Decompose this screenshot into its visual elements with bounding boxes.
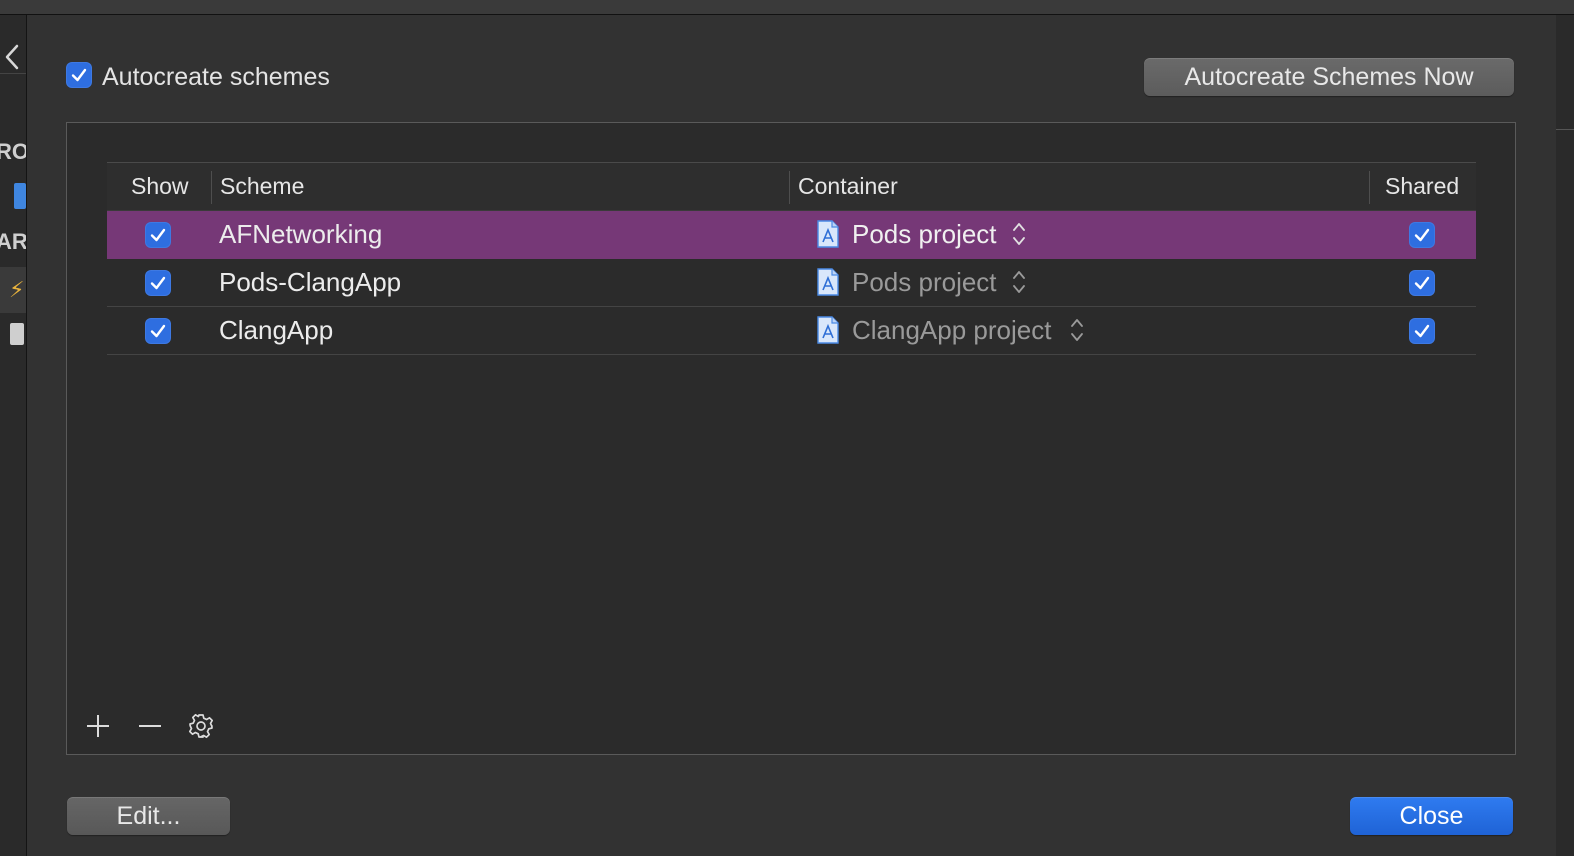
- xcode-project-icon: [817, 316, 839, 344]
- show-checkbox[interactable]: [145, 270, 171, 296]
- autocreate-schemes-label: Autocreate schemes: [102, 63, 330, 91]
- schemes-panel: Show Scheme Container Shared AFNetworkin…: [66, 122, 1516, 755]
- container-name: ClangApp project: [852, 315, 1052, 345]
- edit-button[interactable]: Edit...: [67, 797, 230, 835]
- project-navigator-edge: RO: ARC ⚡: [0, 15, 27, 856]
- checkmark-icon: [1414, 276, 1430, 290]
- scheme-name: AFNetworking: [219, 219, 383, 249]
- table-row[interactable]: Pods-ClangApp Pods project: [107, 259, 1476, 307]
- minus-icon[interactable]: [137, 713, 163, 739]
- column-divider[interactable]: [1369, 171, 1370, 204]
- checkmark-icon: [1414, 228, 1430, 242]
- window-top-edge: [0, 0, 1574, 15]
- column-header-show[interactable]: Show: [131, 163, 189, 210]
- column-divider[interactable]: [789, 171, 790, 204]
- navigator-section-label-fragment: RO:: [0, 139, 26, 165]
- table-row[interactable]: AFNetworking Pods project: [107, 211, 1476, 259]
- close-button[interactable]: Close: [1350, 797, 1513, 835]
- show-checkbox[interactable]: [145, 222, 171, 248]
- checkmark-icon: [150, 324, 166, 338]
- document-icon: [10, 323, 24, 345]
- popup-updown-icon: [1013, 271, 1025, 293]
- autocreate-schemes-now-button[interactable]: Autocreate Schemes Now: [1144, 58, 1514, 96]
- popup-updown-icon: [1013, 223, 1025, 245]
- checkmark-icon: [150, 276, 166, 290]
- shared-checkbox[interactable]: [1409, 270, 1435, 296]
- column-header-shared[interactable]: Shared: [1385, 163, 1459, 210]
- checkmark-icon: [150, 228, 166, 242]
- container-name: Pods project: [852, 267, 997, 297]
- column-header-scheme[interactable]: Scheme: [220, 163, 304, 210]
- checkmark-icon: [1414, 324, 1430, 338]
- xcode-project-icon: [817, 268, 839, 296]
- table-header: Show Scheme Container Shared: [107, 162, 1476, 211]
- navigator-section-label-fragment-2: ARC: [0, 229, 27, 254]
- show-checkbox[interactable]: [145, 318, 171, 344]
- plus-icon[interactable]: [85, 713, 111, 739]
- xcode-project-icon: [817, 220, 839, 248]
- project-file-icon: [14, 183, 26, 209]
- swift-file-icon: ⚡: [9, 277, 25, 302]
- manage-schemes-sheet: Autocreate schemes Autocreate Schemes No…: [27, 15, 1556, 856]
- column-header-container[interactable]: Container: [798, 163, 898, 210]
- chevron-left-icon[interactable]: [4, 43, 20, 71]
- table-row[interactable]: ClangApp ClangApp project: [107, 307, 1476, 355]
- scheme-name: ClangApp: [219, 315, 334, 345]
- inspector-edge: [1556, 15, 1574, 856]
- inspector-divider: [1556, 129, 1574, 130]
- gear-icon[interactable]: [188, 713, 214, 739]
- checkmark-icon: [71, 68, 87, 82]
- navigator-divider: [0, 73, 26, 74]
- schemes-table: Show Scheme Container Shared AFNetworkin…: [107, 162, 1476, 355]
- popup-updown-icon: [1071, 319, 1083, 341]
- column-divider[interactable]: [211, 171, 212, 204]
- shared-checkbox[interactable]: [1409, 222, 1435, 248]
- container-name: Pods project: [852, 219, 997, 249]
- scheme-name: Pods-ClangApp: [219, 267, 402, 297]
- autocreate-schemes-checkbox[interactable]: [66, 62, 92, 88]
- shared-checkbox[interactable]: [1409, 318, 1435, 344]
